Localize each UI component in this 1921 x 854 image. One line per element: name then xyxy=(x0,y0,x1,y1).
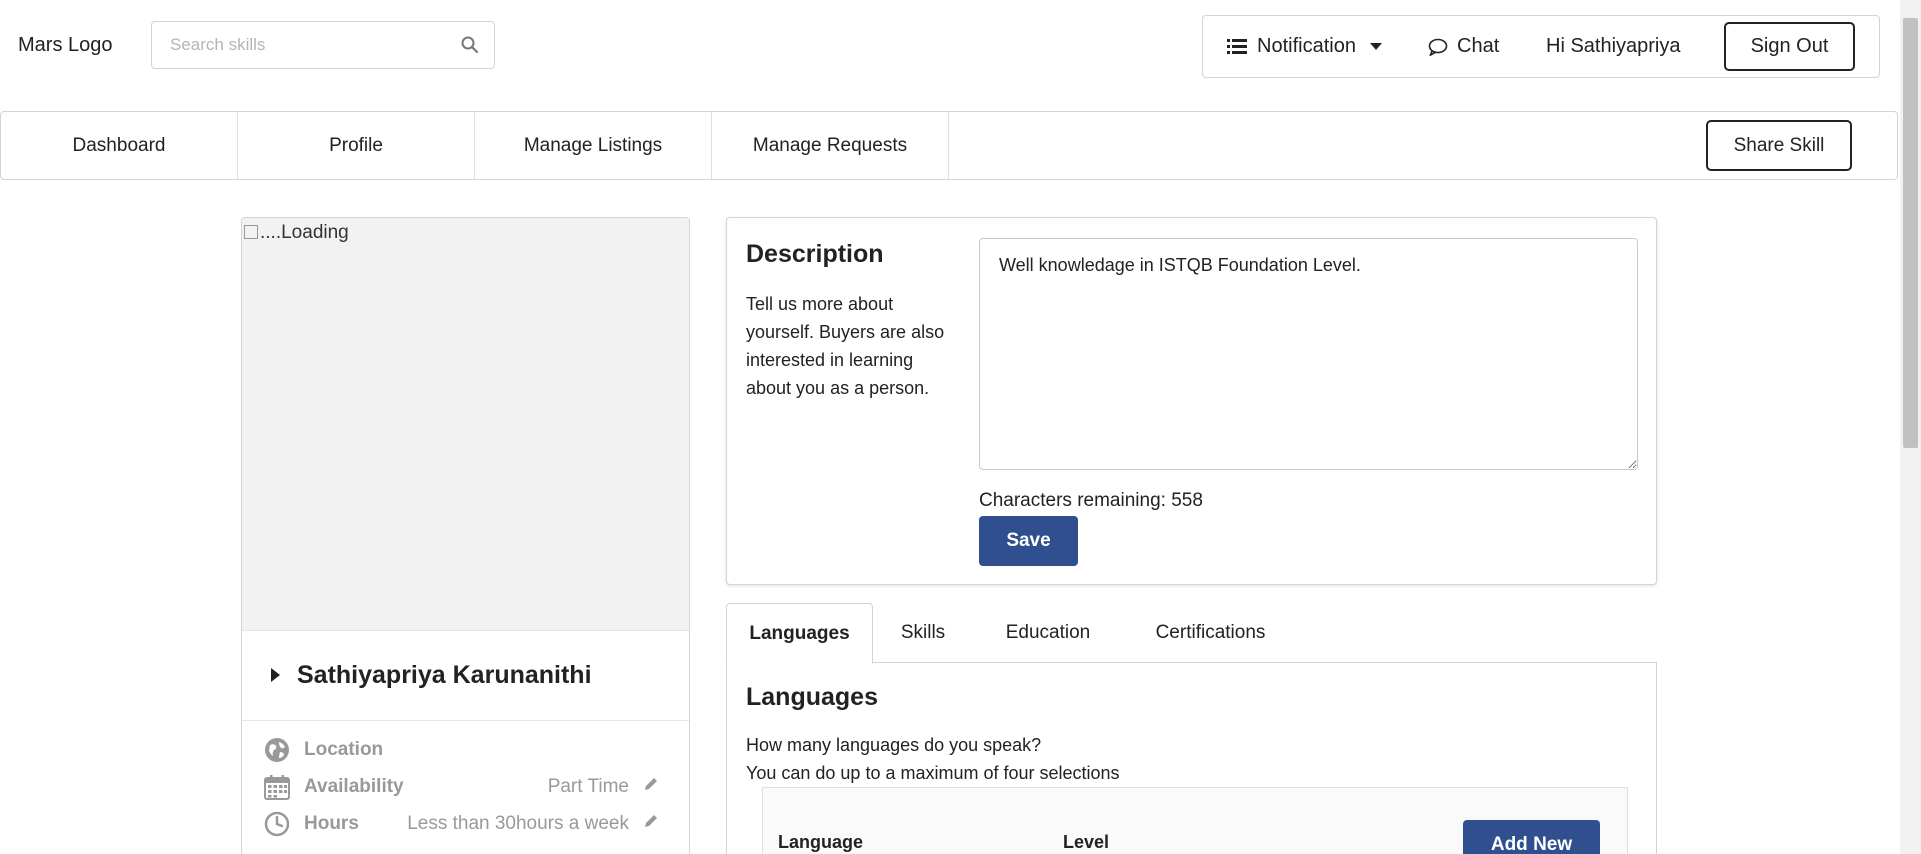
save-button[interactable]: Save xyxy=(979,516,1078,566)
add-new-language-button[interactable]: Add New xyxy=(1463,820,1600,854)
nav-profile[interactable]: Profile xyxy=(238,112,475,179)
languages-title: Languages xyxy=(746,683,878,711)
share-skill-button[interactable]: Share Skill xyxy=(1706,120,1852,171)
description-panel: Description Tell us more about yourself.… xyxy=(726,217,1657,585)
nav-manage-requests[interactable]: Manage Requests xyxy=(712,112,949,179)
characters-remaining: Characters remaining: 558 xyxy=(979,490,1203,511)
search-icon[interactable] xyxy=(460,35,480,55)
logo[interactable]: Mars Logo xyxy=(18,34,113,57)
user-greeting[interactable]: Hi Sathiyapriya xyxy=(1546,16,1681,77)
availability-label: Availability xyxy=(304,776,404,797)
calendar-icon xyxy=(264,775,290,800)
search-input[interactable] xyxy=(152,22,442,68)
profile-card: ....Loading Sathiyapriya Karunanithi Loc… xyxy=(241,217,690,854)
description-hint: Tell us more about yourself. Buyers are … xyxy=(746,294,945,398)
nav-dashboard[interactable]: Dashboard xyxy=(1,112,238,179)
notification-label: Notification xyxy=(1257,35,1356,57)
sign-out-button[interactable]: Sign Out xyxy=(1724,22,1855,71)
profile-name: Sathiyapriya Karunanithi xyxy=(297,661,592,689)
detail-availability: Availability Part Time xyxy=(264,772,669,802)
column-header-language: Language xyxy=(778,832,864,852)
clock-icon xyxy=(264,811,290,837)
description-title: Description xyxy=(746,240,884,268)
image-alt-text: ....Loading xyxy=(260,222,349,243)
chat-icon xyxy=(1428,38,1448,56)
broken-image-icon xyxy=(244,225,258,239)
tab-languages[interactable]: Languages xyxy=(726,603,873,664)
chat-link[interactable]: Chat xyxy=(1428,16,1499,77)
hours-value: Less than 30hours a week xyxy=(407,813,629,834)
chat-label: Chat xyxy=(1457,35,1500,57)
hours-label: Hours xyxy=(304,813,359,834)
top-bar: Mars Logo Notification Chat H xyxy=(0,0,1900,100)
caret-down-icon xyxy=(1369,42,1382,50)
main-nav: Dashboard Profile Manage Listings Manage… xyxy=(0,111,1898,180)
search-box xyxy=(151,21,495,69)
vertical-scrollbar[interactable] xyxy=(1900,0,1921,854)
list-icon xyxy=(1227,38,1247,54)
detail-location: Location xyxy=(264,735,669,765)
globe-icon xyxy=(265,738,289,762)
notification-dropdown[interactable]: Notification xyxy=(1227,16,1382,77)
tab-certifications[interactable]: Certifications xyxy=(1123,603,1298,663)
broken-image: ....Loading xyxy=(244,222,349,244)
profile-photo[interactable]: ....Loading xyxy=(242,218,689,631)
tab-education[interactable]: Education xyxy=(973,603,1123,663)
profile-tabs: Languages Skills Education Certification… xyxy=(726,603,1657,664)
caret-right-icon xyxy=(271,668,280,682)
scrollbar-thumb[interactable] xyxy=(1903,18,1918,448)
languages-question: How many languages do you speak? xyxy=(746,735,1042,755)
languages-limit-note: You can do up to a maximum of four selec… xyxy=(746,763,1120,783)
detail-hours: Hours Less than 30hours a week xyxy=(264,809,669,839)
user-menu: Notification Chat Hi Sathiyapriya Sign O… xyxy=(1202,15,1880,78)
availability-value: Part Time xyxy=(547,776,629,797)
pencil-icon[interactable] xyxy=(643,776,659,792)
profile-name-row[interactable]: Sathiyapriya Karunanithi xyxy=(242,631,689,721)
location-label: Location xyxy=(304,739,384,760)
description-textarea[interactable] xyxy=(979,238,1638,470)
tab-skills[interactable]: Skills xyxy=(873,603,973,663)
column-header-level: Level xyxy=(1063,832,1110,852)
nav-manage-listings[interactable]: Manage Listings xyxy=(475,112,712,179)
pencil-icon[interactable] xyxy=(643,813,659,829)
